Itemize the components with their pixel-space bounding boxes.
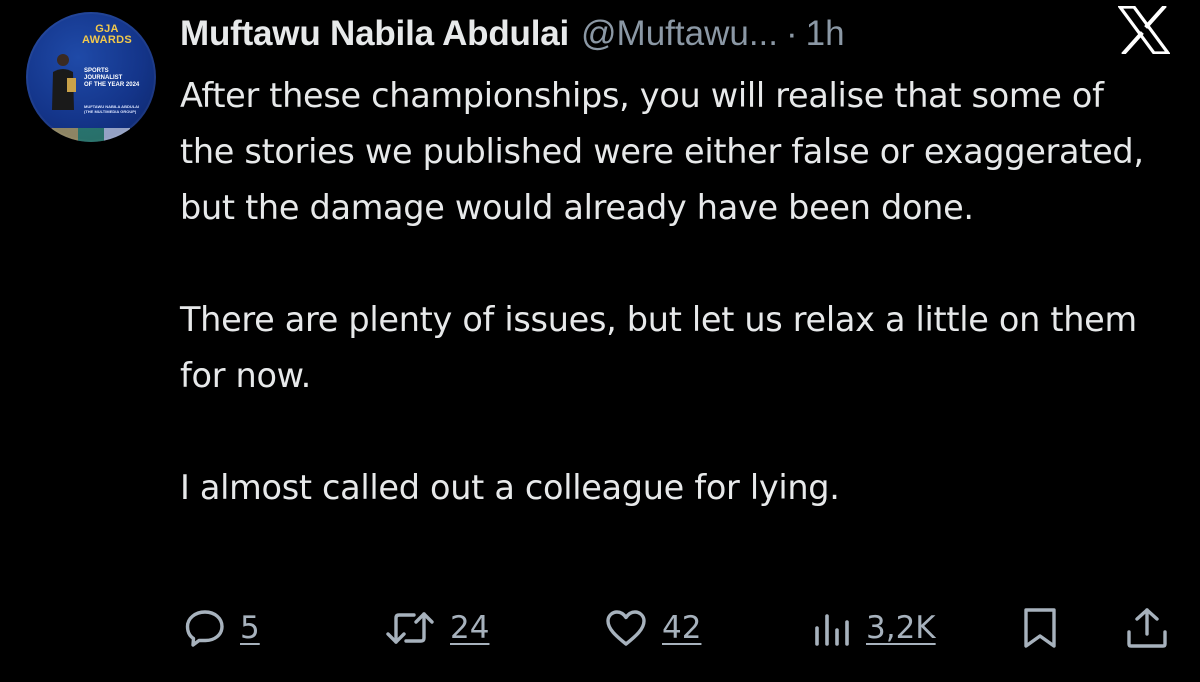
share-icon [1127, 608, 1167, 648]
tweet-paragraph: After these championships, you will real… [180, 76, 1144, 227]
tweet-actions: 5 24 42 3,2K [0, 600, 1200, 660]
repost-count: 24 [450, 610, 490, 646]
author-handle[interactable]: @Muftawu... [581, 14, 778, 54]
avatar-award-line: SPORTS [84, 68, 109, 74]
views-count: 3,2K [866, 610, 936, 646]
author-avatar[interactable]: GJA AWARDS SPORTS JOURNALIST OF THE YEAR… [26, 12, 156, 142]
avatar-award-name: MUFTAWU NABILA ABDULAI (THE MULTIMEDIA G… [84, 104, 140, 114]
tweet-paragraph: I almost called out a colleague for lyin… [180, 468, 840, 507]
repost-button[interactable]: 24 [384, 600, 489, 656]
avatar-badge-title: GJA AWARDS [81, 23, 133, 46]
avatar-person-icon [52, 54, 76, 110]
reply-button[interactable]: 5 [184, 600, 260, 656]
views-button[interactable]: 3,2K [812, 600, 936, 656]
like-count: 42 [662, 610, 702, 646]
repost-icon [386, 612, 434, 644]
like-button[interactable]: 42 [604, 600, 701, 656]
x-logo-icon [1118, 6, 1170, 54]
author-display-name[interactable]: Muftawu Nabila Abdulai [180, 14, 569, 54]
tweet-timestamp[interactable]: 1h [806, 14, 845, 54]
views-icon [815, 614, 849, 646]
bookmark-button[interactable] [1020, 600, 1060, 656]
avatar-flag-strip [26, 128, 156, 142]
tweet-text: After these championships, you will real… [180, 68, 1160, 516]
header-separator: · [786, 14, 798, 53]
tweet: GJA AWARDS SPORTS JOURNALIST OF THE YEAR… [0, 0, 1200, 682]
avatar-award-line: OF THE YEAR 2024 [84, 82, 140, 88]
share-button[interactable] [1124, 600, 1170, 656]
reply-count: 5 [240, 610, 260, 646]
bookmark-icon [1024, 608, 1056, 648]
tweet-paragraph: There are plenty of issues, but let us r… [180, 300, 1137, 395]
avatar-award-line: JOURNALIST [84, 75, 123, 81]
heart-icon [606, 610, 646, 646]
reply-icon [185, 610, 224, 647]
tweet-header: Muftawu Nabila Abdulai @Muftawu... · 1h [180, 14, 845, 58]
